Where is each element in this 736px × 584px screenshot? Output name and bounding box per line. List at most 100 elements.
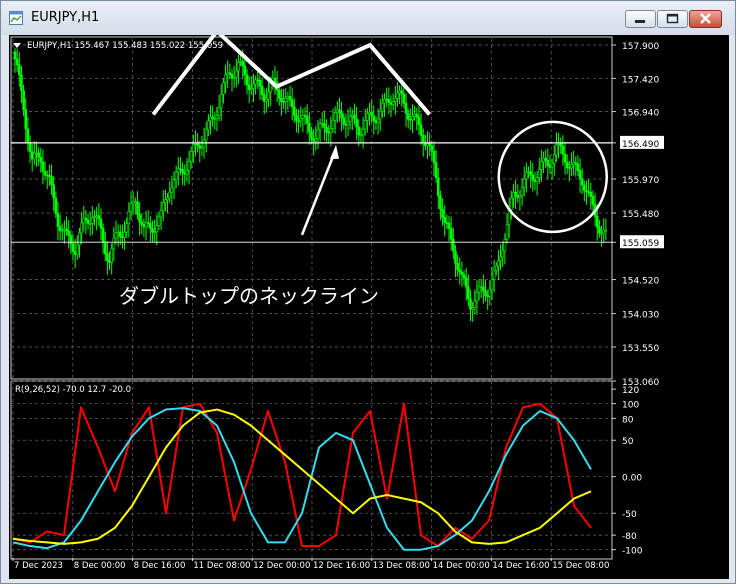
candle-body: [531, 174, 535, 181]
time-tick-label: 12 Dec 00:00: [253, 561, 310, 571]
candle-body: [544, 157, 547, 161]
candle-body: [43, 171, 47, 176]
candle-body: [353, 114, 356, 120]
candle-body: [469, 298, 472, 310]
candle-body: [404, 102, 408, 114]
maximize-button[interactable]: [657, 10, 688, 28]
candle-body: [131, 201, 135, 205]
candle-body: [166, 197, 169, 200]
candle-body: [209, 116, 212, 122]
candle-body: [520, 187, 524, 196]
candle-body: [118, 231, 122, 238]
candle-body: [144, 222, 148, 228]
candle-body: [447, 222, 451, 229]
candle-body: [537, 169, 541, 178]
candle-body: [488, 289, 492, 297]
candle-body: [516, 195, 520, 199]
candle-body: [63, 228, 66, 231]
candle-body: [456, 262, 459, 271]
main-info-text: EURJPY,H1 155.467 155.483 155.022 155.05…: [27, 41, 223, 51]
price-tick-label: 154.520: [622, 277, 659, 287]
candle-body: [400, 90, 404, 95]
minimize-button[interactable]: [625, 10, 656, 28]
candle-body: [333, 112, 337, 121]
candle-body: [153, 231, 156, 234]
candle-body: [134, 201, 137, 203]
candle-body: [351, 114, 354, 117]
candle-body: [303, 115, 307, 117]
minimize-icon: [635, 20, 645, 23]
candle-body: [155, 225, 159, 233]
candle-body: [228, 72, 232, 75]
candle-body: [370, 111, 373, 116]
candle-body: [535, 177, 539, 183]
candle-body: [217, 106, 221, 116]
price-tick-label: 155.059: [622, 239, 659, 249]
title-bar[interactable]: EURJPY,H1: [1, 1, 735, 35]
candle-body: [293, 106, 296, 116]
candle-body: [301, 115, 305, 119]
candle-body: [224, 74, 227, 83]
candle-body: [161, 202, 165, 211]
candle-body: [494, 265, 498, 271]
candle-body: [183, 172, 187, 175]
candle-body: [522, 178, 526, 188]
candle-body: [338, 109, 341, 113]
candle-body: [505, 224, 509, 240]
candle-body: [570, 164, 573, 169]
candle-body: [267, 91, 270, 100]
candle-body: [368, 111, 371, 114]
candle-body: [580, 178, 584, 186]
candle-body: [247, 84, 251, 91]
candle-body: [241, 61, 245, 67]
candle-body: [398, 90, 401, 94]
candle-body: [428, 143, 431, 146]
candle-body: [518, 195, 522, 199]
candle-body: [138, 214, 141, 223]
chart-canvas[interactable]: 157.900 157.420 156.940 156.490 155.970 155.4…: [9, 35, 729, 579]
candle-body: [387, 98, 391, 103]
price-tick-label: 155.480: [622, 210, 659, 220]
candle-body: [372, 115, 376, 122]
candle-body: [325, 126, 328, 133]
candle-body: [486, 295, 489, 297]
candle-body: [151, 228, 154, 233]
candle-body: [514, 191, 517, 196]
candle-body: [462, 274, 466, 279]
time-tick-label: 8 Dec 00:00: [74, 561, 126, 571]
candle-body: [578, 170, 582, 180]
candle-body: [116, 231, 120, 234]
candle-body: [299, 117, 303, 122]
candle-body: [525, 172, 528, 180]
dropdown-arrow-icon[interactable]: [13, 43, 21, 48]
candle-body: [402, 93, 406, 104]
candle-body: [84, 217, 88, 221]
candle-body: [106, 253, 109, 262]
candle-body: [329, 128, 333, 134]
candle-body: [219, 93, 223, 108]
close-button[interactable]: [689, 10, 722, 28]
candle-body: [497, 260, 500, 267]
candle-body: [389, 102, 393, 105]
candle-body: [589, 191, 593, 197]
candle-body: [568, 167, 571, 170]
candle-body: [454, 250, 457, 264]
candle-body: [327, 131, 330, 134]
time-tick-label: 14 Dec 16:00: [492, 561, 549, 571]
candle-body: [546, 160, 550, 166]
candle-body: [280, 97, 283, 103]
candle-body: [121, 236, 124, 239]
osc-tick-label: 0.00: [622, 474, 642, 484]
candle-body: [477, 286, 481, 293]
candle-body: [198, 145, 202, 149]
close-icon: [700, 13, 711, 24]
candle-body: [56, 213, 60, 227]
candle-body: [290, 99, 294, 108]
oscillator-line-2: [12, 407, 592, 551]
candle-body: [39, 156, 43, 163]
candle-body: [602, 230, 606, 234]
candle-body: [396, 92, 399, 99]
candle-body: [213, 118, 217, 120]
candle-body: [243, 65, 247, 76]
candle-body: [376, 118, 380, 123]
